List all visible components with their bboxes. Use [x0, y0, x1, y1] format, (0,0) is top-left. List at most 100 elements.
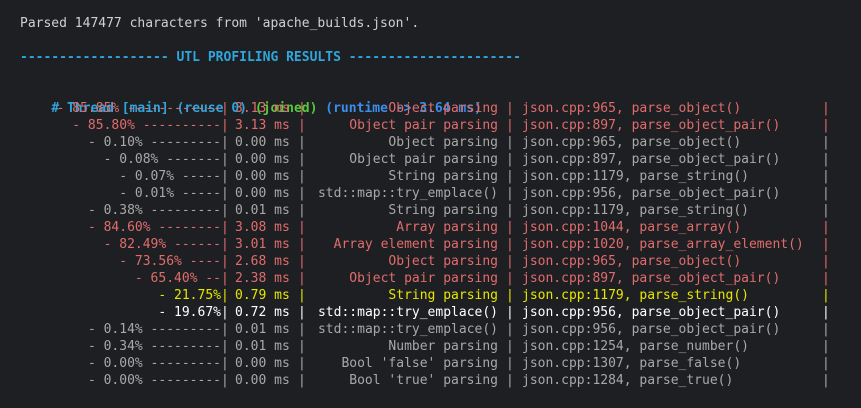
row-location: json.cpp:965, parse_object()	[522, 254, 742, 269]
row-label: Object parsing	[388, 254, 498, 269]
profile-row: - 21.75% | 0.79 ms | String parsing | json.cpp…	[0, 287, 861, 304]
row-label: Object pair parsing	[349, 152, 498, 167]
row-location: json.cpp:897, parse_object_pair()	[522, 118, 781, 133]
row-time: 0.72 ms	[235, 305, 290, 320]
row-label: Object pair parsing	[349, 118, 498, 133]
row-separator: |	[822, 322, 830, 337]
profile-row: - 0.00% --------- | 0.00 ms | Bool 'true' pa…	[0, 372, 861, 389]
row-location: json.cpp:1179, parse_string()	[522, 169, 749, 184]
row-label: String parsing	[388, 169, 498, 184]
row-separator: |	[822, 169, 830, 184]
row-location: json.cpp:1307, parse_false()	[522, 356, 742, 371]
row-label: String parsing	[388, 203, 498, 218]
row-separator: |	[221, 135, 229, 150]
row-percent: - 0.00% ---------	[87, 373, 221, 388]
row-separator: |	[221, 186, 229, 201]
row-percent: - 0.34% ---------	[87, 339, 221, 354]
row-separator: |	[506, 220, 514, 235]
row-separator: |	[221, 237, 229, 252]
row-time: 3.13 ms	[235, 101, 290, 116]
row-separator: |	[506, 339, 514, 354]
row-separator: |	[506, 356, 514, 371]
row-separator: |	[822, 101, 830, 116]
row-time: 0.01 ms	[235, 322, 290, 337]
thread-header-line: # Thread [main] (reuse 0) (joined) (runt…	[20, 83, 482, 116]
row-label: String parsing	[388, 288, 498, 303]
row-label: std::map::try_emplace()	[317, 322, 498, 337]
profile-row: - 85.80% ---------- | 3.13 ms | Object pair …	[0, 117, 861, 134]
row-label: Object pair parsing	[349, 271, 498, 286]
row-time: 2.68 ms	[235, 254, 290, 269]
profile-row: - 82.49% ------ | 3.01 ms | Array element pa…	[0, 236, 861, 253]
row-separator: |	[221, 339, 229, 354]
row-time: 3.08 ms	[235, 220, 290, 235]
profile-row: - 0.38% --------- | 0.01 ms | String parsing…	[0, 202, 861, 219]
row-location: json.cpp:965, parse_object()	[522, 101, 742, 116]
row-separator: |	[822, 152, 830, 167]
row-location: json.cpp:1179, parse_string()	[522, 288, 749, 303]
profile-row: - 84.60% -------- | 3.08 ms | Array parsing |…	[0, 219, 861, 236]
row-separator: |	[506, 254, 514, 269]
row-time: 0.00 ms	[235, 373, 290, 388]
row-separator: |	[506, 373, 514, 388]
row-label: Array parsing	[396, 220, 498, 235]
row-separator: |	[221, 220, 229, 235]
row-separator: |	[298, 305, 306, 320]
row-label: Object parsing	[388, 135, 498, 150]
row-separator: |	[221, 101, 229, 116]
row-separator: |	[298, 152, 306, 167]
row-separator: |	[822, 356, 830, 371]
row-separator: |	[298, 118, 306, 133]
row-percent: - 19.67%	[158, 305, 221, 320]
row-percent: - 85.85% ------------	[56, 101, 221, 116]
row-separator: |	[822, 135, 830, 150]
row-separator: |	[221, 254, 229, 269]
row-location: json.cpp:956, parse_object_pair()	[522, 186, 781, 201]
row-time: 0.00 ms	[235, 186, 290, 201]
row-percent: - 0.14% ---------	[87, 322, 221, 337]
row-separator: |	[221, 169, 229, 184]
row-time: 3.01 ms	[235, 237, 290, 252]
row-label: std::map::try_emplace()	[317, 186, 498, 201]
row-separator: |	[298, 271, 306, 286]
row-separator: |	[298, 322, 306, 337]
profile-row: - 19.67% | 0.72 ms | std::map::try_emplace()…	[0, 304, 861, 321]
row-separator: |	[506, 271, 514, 286]
row-label: Object parsing	[388, 101, 498, 116]
terminal-window: Parsed 147477 characters from 'apache_bu…	[0, 0, 861, 408]
profile-row: - 0.08% ------- | 0.00 ms | Object pair pars…	[0, 151, 861, 168]
row-percent: - 73.56% ----	[119, 254, 221, 269]
row-time: 0.00 ms	[235, 135, 290, 150]
parsed-summary-line: Parsed 147477 characters from 'apache_bu…	[20, 16, 420, 31]
row-percent: - 0.08% -------	[103, 152, 221, 167]
row-separator: |	[822, 373, 830, 388]
row-percent: - 85.80% ----------	[72, 118, 221, 133]
profile-row: - 0.07% ----- | 0.00 ms | String parsing | jso…	[0, 168, 861, 185]
row-separator: |	[822, 254, 830, 269]
row-location: json.cpp:956, parse_object_pair()	[522, 305, 781, 320]
row-label: Array element parsing	[333, 237, 498, 252]
row-time: 0.00 ms	[235, 356, 290, 371]
row-separator: |	[822, 237, 830, 252]
row-separator: |	[506, 288, 514, 303]
row-separator: |	[298, 135, 306, 150]
row-percent: - 84.60% --------	[87, 220, 221, 235]
row-separator: |	[506, 101, 514, 116]
row-separator: |	[298, 169, 306, 184]
row-percent: - 21.75%	[158, 288, 221, 303]
profile-row: - 73.56% ---- | 2.68 ms | Object parsing | jso…	[0, 253, 861, 270]
row-separator: |	[822, 305, 830, 320]
row-label: Number parsing	[388, 339, 498, 354]
row-time: 0.01 ms	[235, 203, 290, 218]
row-location: json.cpp:1020, parse_array_element()	[522, 237, 804, 252]
row-location: json.cpp:1254, parse_number()	[522, 339, 749, 354]
row-percent: - 0.00% ---------	[87, 356, 221, 371]
row-separator: |	[822, 203, 830, 218]
row-percent: - 0.01% -----	[119, 186, 221, 201]
row-separator: |	[298, 288, 306, 303]
row-location: json.cpp:965, parse_object()	[522, 135, 742, 150]
row-location: json.cpp:1044, parse_array()	[522, 220, 742, 235]
row-percent: - 0.10% ---------	[87, 135, 221, 150]
row-separator: |	[221, 322, 229, 337]
row-separator: |	[506, 169, 514, 184]
